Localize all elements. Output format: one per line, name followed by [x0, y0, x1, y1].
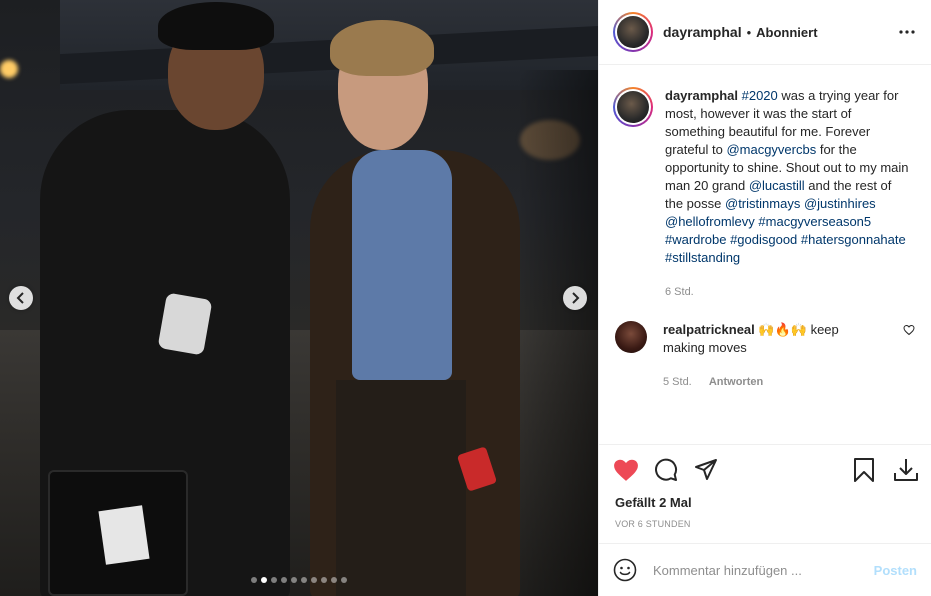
caption-time: 6 Std. — [665, 286, 694, 298]
author-username[interactable]: dayramphal — [663, 24, 742, 40]
post-comment-button[interactable]: Posten — [874, 563, 917, 578]
person-right-hair — [330, 20, 434, 76]
like-button[interactable] — [613, 457, 639, 483]
mention-link[interactable]: @macgyvercbs — [726, 142, 816, 157]
comment-meta: 5 Std. Antworten — [663, 373, 878, 391]
previous-photo-button[interactable] — [9, 286, 33, 310]
add-comment-bar: Posten — [599, 543, 931, 596]
caption-username[interactable]: dayramphal — [665, 88, 738, 103]
pagination-dot — [331, 577, 337, 583]
pagination-dot — [281, 577, 287, 583]
action-bar — [599, 445, 931, 495]
comment-like-icon[interactable] — [903, 324, 915, 336]
hashtag-link[interactable]: #godisgood — [730, 232, 797, 247]
header-separator: • — [746, 24, 752, 40]
mention-link[interactable]: @lucastill — [749, 178, 805, 193]
person-left-hat — [158, 2, 274, 50]
comment-item: realpatrickneal 🙌🔥🙌 keep making moves 5 … — [613, 321, 915, 391]
hashtag-link[interactable]: #stillstanding — [665, 250, 740, 265]
post-side-panel: dayramphal • Abonniert dayramphal #2020 … — [598, 0, 931, 596]
street-light — [0, 60, 18, 78]
comment-button[interactable] — [653, 457, 679, 483]
next-photo-button[interactable] — [563, 286, 587, 310]
smiley-icon[interactable] — [613, 558, 637, 582]
comment-input[interactable] — [653, 562, 853, 578]
post-header: dayramphal • Abonniert — [599, 0, 931, 65]
paper-plane-icon — [695, 459, 717, 480]
pagination-dot — [311, 577, 317, 583]
instagram-post-modal: dayramphal • Abonniert dayramphal #2020 … — [0, 0, 931, 596]
download-icon — [894, 459, 918, 481]
author-avatar[interactable] — [613, 12, 653, 52]
pagination-dot — [261, 577, 267, 583]
save-button[interactable] — [851, 457, 877, 483]
chevron-left-icon — [16, 292, 24, 304]
pagination-dot — [341, 577, 347, 583]
hashtag-link[interactable]: #wardrobe — [665, 232, 726, 247]
pagination-dot — [301, 577, 307, 583]
commenter-avatar[interactable] — [615, 321, 647, 353]
comment-text: realpatrickneal 🙌🔥🙌 keep making moves 5 … — [663, 321, 878, 391]
face-mask — [157, 292, 213, 356]
person-right-pants — [336, 380, 466, 596]
person-right-shirt — [352, 150, 452, 380]
bag-tag — [98, 505, 150, 565]
download-button[interactable] — [893, 457, 919, 483]
pagination-dot — [291, 577, 297, 583]
pagination-dot — [251, 577, 257, 583]
hashtag-link[interactable]: #hatersgonnahate — [801, 232, 906, 247]
post-timestamp: VOR 6 STUNDEN — [615, 519, 691, 529]
pagination-dot — [271, 577, 277, 583]
pagination-dot — [321, 577, 327, 583]
hashtag-link[interactable]: #2020 — [742, 88, 778, 103]
caption-body: #2020 was a trying year for most, howeve… — [665, 88, 909, 265]
likes-count[interactable]: Gefällt 2 Mal — [599, 495, 931, 515]
post-photo[interactable] — [0, 0, 598, 596]
reply-button[interactable]: Antworten — [709, 376, 763, 388]
mention-link[interactable]: @justinhires — [804, 196, 876, 211]
more-options-button[interactable] — [897, 22, 917, 42]
hashtag-link[interactable]: #macgyverseason5 — [758, 214, 871, 229]
more-horizontal-icon — [899, 30, 915, 34]
caption: dayramphal #2020 was a trying year for m… — [613, 87, 915, 301]
bookmark-icon — [854, 458, 874, 482]
chevron-right-icon — [572, 292, 580, 304]
heart-icon — [614, 459, 638, 481]
photo-shadow — [518, 70, 598, 596]
comment-time: 5 Std. — [663, 376, 692, 388]
photo-pagination-dots — [0, 577, 598, 583]
share-button[interactable] — [693, 457, 719, 483]
comment-icon — [655, 458, 678, 481]
caption-author-avatar[interactable] — [613, 87, 653, 127]
caption-text: dayramphal #2020 was a trying year for m… — [665, 87, 910, 301]
mention-link[interactable]: @hellofromlevy — [665, 214, 755, 229]
mention-link[interactable]: @tristinmays — [725, 196, 800, 211]
comments-section: dayramphal #2020 was a trying year for m… — [599, 65, 931, 445]
follow-status-button[interactable]: Abonniert — [756, 25, 817, 40]
commenter-username[interactable]: realpatrickneal — [663, 322, 755, 337]
